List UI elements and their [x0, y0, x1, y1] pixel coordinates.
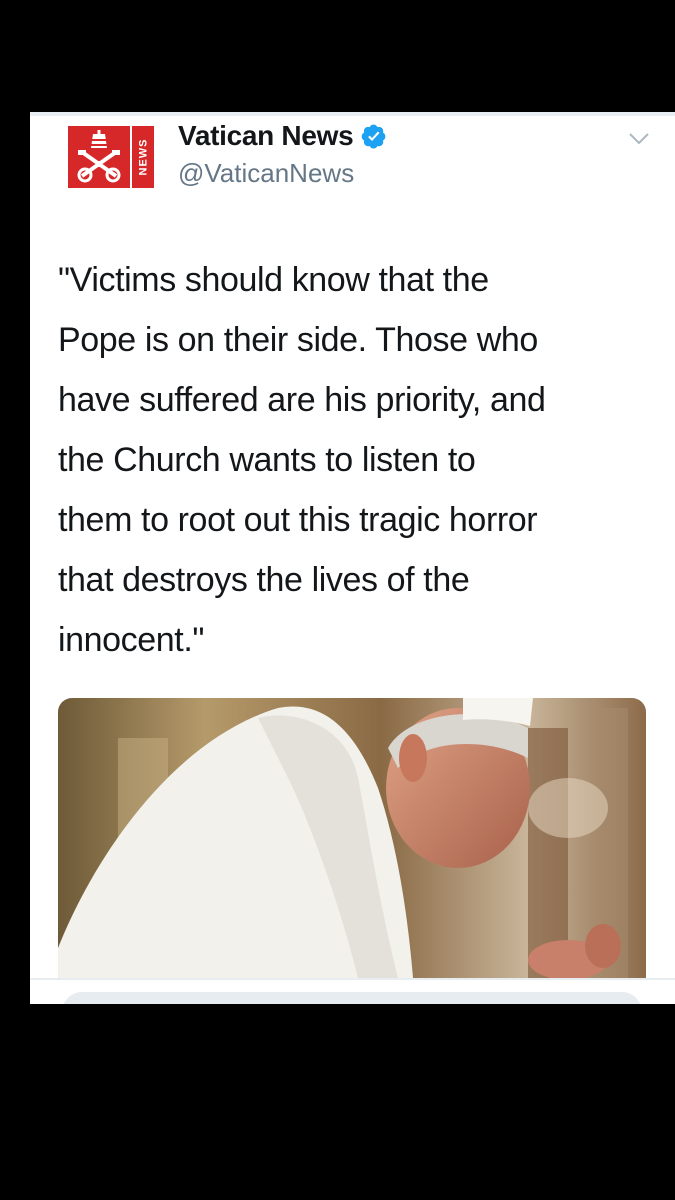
verified-badge-icon: [362, 124, 386, 149]
avatar-news-band: NEWS: [130, 126, 154, 188]
screenshot-frame: NEWS Vatican News @VaticanNews "Victims …: [0, 0, 675, 1200]
card-top-border: [30, 112, 675, 116]
author-name-row[interactable]: Vatican News: [178, 120, 387, 152]
reply-bar[interactable]: [62, 992, 642, 1004]
author-handle[interactable]: @VaticanNews: [178, 158, 354, 189]
author-display-name[interactable]: Vatican News: [178, 120, 354, 152]
tweet-media-image[interactable]: [58, 698, 646, 978]
tweet-text: "Victims should know that the Pope is on…: [58, 261, 546, 659]
avatar[interactable]: NEWS: [68, 126, 154, 188]
chevron-down-icon[interactable]: [628, 132, 650, 146]
avatar-badge-text: NEWS: [137, 138, 149, 176]
papal-emblem-icon: [68, 126, 130, 188]
tweet-card: NEWS Vatican News @VaticanNews "Victims …: [30, 112, 675, 1004]
action-divider: [30, 978, 675, 980]
